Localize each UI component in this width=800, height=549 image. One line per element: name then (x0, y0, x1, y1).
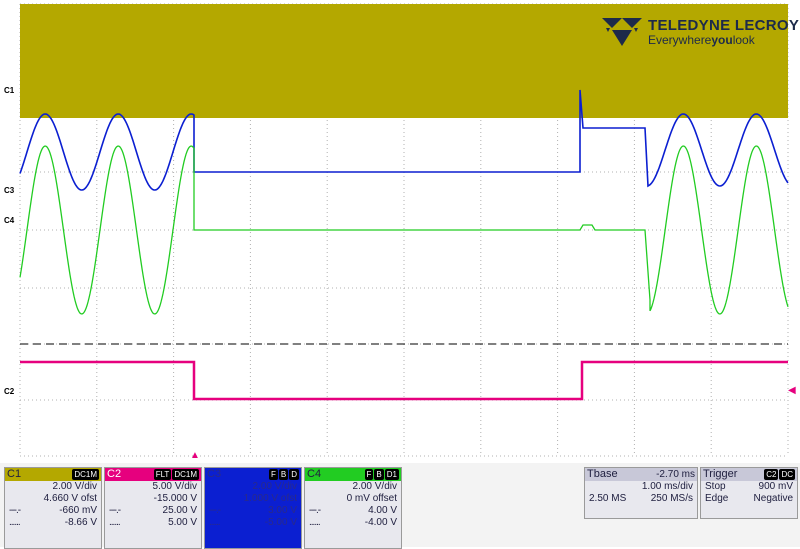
c3-trace-label: C3 (4, 186, 15, 195)
c4-tag-d1: D1 (384, 469, 399, 480)
c1-trace-label: C1 (4, 86, 15, 95)
c3-cursor1: 3.00 V (268, 505, 297, 516)
waveform-display[interactable]: TELEDYNE LECROY Everywhereyoulook C1 C3 … (0, 0, 800, 461)
c2-name: C2 (107, 468, 122, 480)
c1-header: C1 DC1M (5, 468, 101, 481)
c1-offset: 4.660 V ofst (43, 493, 97, 504)
c3-tag-f: F (268, 469, 278, 480)
waveform-canvas (19, 3, 789, 457)
c2-header: C2 FLT DC1M (105, 468, 201, 481)
c1-coupling-tag: DC1M (72, 469, 99, 480)
trigger-header: Trigger C2 DC (701, 468, 797, 481)
c4-info-box[interactable]: C4 F B D1 2.00 V/div 0 mV offset ---.- 4.00… (304, 467, 402, 549)
c3-tag-b: B (278, 469, 289, 480)
c4-cursor1: 4.00 V (368, 505, 397, 516)
channel-info-panel: C1 DC1M 2.00 V/div 4.660 V ofst ---.- -66… (0, 463, 800, 549)
trigger-mode: Stop (705, 481, 726, 492)
timebase-header: Tbase -2.70 ms (585, 468, 697, 481)
c1-cursor2: -8.66 V (64, 517, 97, 528)
logo-brand-text: TELEDYNE LECROY (648, 17, 800, 34)
c3-header: C3 FBD (205, 468, 301, 481)
timebase-rate: 250 MS/s (650, 493, 693, 504)
timebase-delay: -2.70 ms (656, 469, 695, 480)
trigger-level-marker[interactable]: ◀ (788, 386, 796, 396)
trigger-box[interactable]: Trigger C2 DC Stop 900 mV Edge Negative (700, 467, 798, 519)
c3-name: C3 (207, 468, 222, 480)
c2-trace-label: C2 (4, 387, 15, 396)
trigger-name: Trigger (703, 468, 738, 480)
logo-tagline: Everywhereyoulook (648, 33, 755, 47)
c2-filter-tag: FLT (153, 469, 172, 480)
c2-cursor2: 5.00 V (168, 517, 197, 528)
c3-info-box[interactable]: C3 FBD 2.00 V/div 1.000 V ofst ---.- 3.00… (204, 467, 302, 549)
c4-cursor2: -4.00 V (364, 517, 397, 528)
c1-cursor1: -660 mV (59, 505, 97, 516)
timebase-name: Tbase (587, 468, 618, 480)
timebase-samples: 2.50 MS (589, 493, 627, 504)
lecroy-logo-icon (602, 18, 642, 46)
c4-header: C4 F B D1 (305, 468, 401, 481)
traces (19, 4, 789, 401)
trigger-coupling-tag: DC (779, 469, 795, 480)
trigger-slope: Negative (753, 493, 793, 504)
c1-info-box[interactable]: C1 DC1M 2.00 V/div 4.660 V ofst ---.- -66… (4, 467, 102, 549)
c3-tag-d: D (289, 469, 299, 480)
trigger-source-tag: C2 (764, 469, 779, 480)
c2-coupling-tag: DC1M (172, 469, 199, 480)
c4-tag-b: B (374, 469, 384, 480)
c4-vdiv: 2.00 V/div (352, 481, 397, 492)
timebase-box[interactable]: Tbase -2.70 ms 1.00 ms/div 2.50 MS 250 MS… (584, 467, 698, 519)
timebase-tdiv: 1.00 ms/div (641, 481, 693, 492)
c3-cursor2: -5.00 V (264, 517, 297, 528)
c4-tag-f: F (364, 469, 374, 480)
trigger-type: Edge (705, 493, 729, 504)
c1-vdiv: 2.00 V/div (52, 481, 97, 492)
c3-vdiv: 2.00 V/div (252, 481, 297, 492)
trigger-level: 900 mV (758, 481, 793, 492)
c2-info-box[interactable]: C2 FLT DC1M 5.00 V/div -15.000 V ---.- 25.… (104, 467, 202, 549)
teledyne-lecroy-logo: TELEDYNE LECROY Everywhereyoulook (600, 14, 799, 50)
trigger-position-marker[interactable]: ▲ (190, 451, 200, 461)
c4-name: C4 (307, 468, 322, 480)
c4-offset: 0 mV offset (346, 493, 397, 504)
c2-vdiv: 5.00 V/div (152, 481, 197, 492)
c3-offset: 1.000 V ofst (243, 493, 297, 504)
c1-name: C1 (7, 468, 22, 480)
c2-offset: -15.000 V (153, 493, 197, 504)
c2-cursor1: 25.00 V (162, 505, 197, 516)
c4-trace-label: C4 (4, 216, 15, 225)
